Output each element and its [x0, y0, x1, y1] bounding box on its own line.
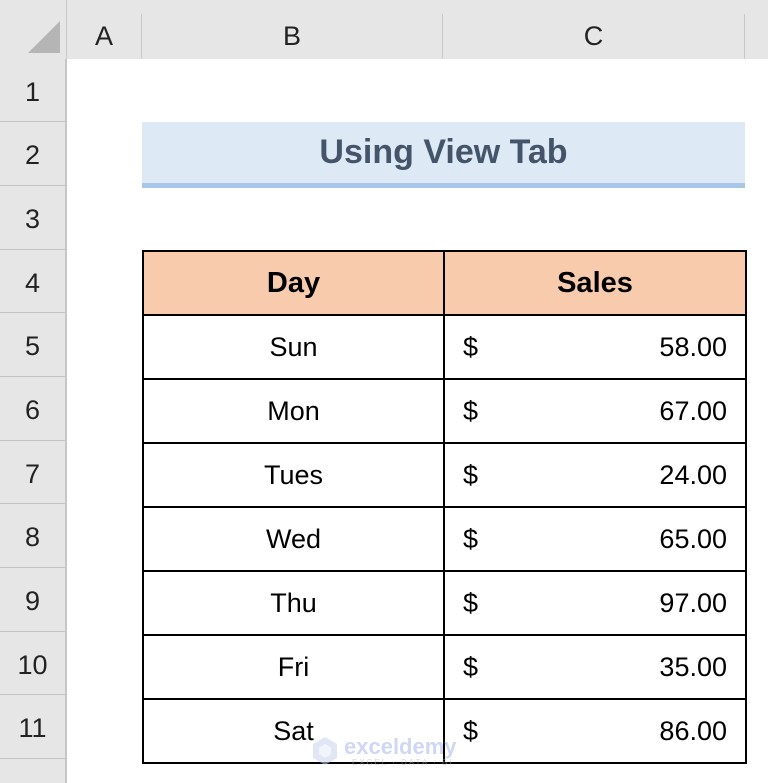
table-row: Sun $58.00	[142, 314, 747, 380]
table-header-row: Day Sales	[142, 250, 747, 316]
column-header-c[interactable]: C	[443, 14, 745, 59]
row-header-8[interactable]: 8	[0, 504, 65, 568]
sales-cell[interactable]: $58.00	[443, 314, 747, 380]
row-header-3[interactable]: 3	[0, 186, 65, 250]
sales-value: 86.00	[659, 715, 727, 746]
sheet-title-cell[interactable]: Using View Tab	[142, 122, 745, 188]
column-header-a[interactable]: A	[67, 14, 142, 59]
currency-symbol: $	[463, 587, 479, 618]
select-all-triangle-icon	[28, 21, 60, 53]
sales-cell[interactable]: $97.00	[443, 570, 747, 636]
row-header-1[interactable]: 1	[0, 59, 65, 122]
currency-symbol: $	[463, 459, 479, 490]
sales-value: 35.00	[659, 651, 727, 682]
sales-cell[interactable]: $86.00	[443, 698, 747, 764]
day-cell[interactable]: Wed	[142, 506, 445, 572]
day-cell[interactable]: Sat	[142, 698, 445, 764]
header-sales[interactable]: Sales	[443, 250, 747, 316]
currency-symbol: $	[463, 331, 479, 362]
currency-symbol: $	[463, 523, 479, 554]
sales-cell[interactable]: $35.00	[443, 634, 747, 700]
sales-value: 24.00	[659, 459, 727, 490]
currency-symbol: $	[463, 715, 479, 746]
row-header-6[interactable]: 6	[0, 377, 65, 441]
row-header-5[interactable]: 5	[0, 313, 65, 377]
row-header-11[interactable]: 11	[0, 695, 65, 759]
row-header-2[interactable]: 2	[0, 122, 65, 186]
table-row: Mon $67.00	[142, 378, 747, 444]
day-cell[interactable]: Sun	[142, 314, 445, 380]
row-header-10[interactable]: 10	[0, 632, 65, 695]
row-header-9[interactable]: 9	[0, 568, 65, 632]
sales-table: Day Sales Sun $58.00 Mon $67.00 Tues $24…	[142, 250, 747, 764]
column-header-b[interactable]: B	[142, 14, 443, 59]
day-cell[interactable]: Tues	[142, 442, 445, 508]
table-row: Wed $65.00	[142, 506, 747, 572]
select-all-button[interactable]	[0, 0, 67, 59]
day-cell[interactable]: Mon	[142, 378, 445, 444]
table-row: Fri $35.00	[142, 634, 747, 700]
day-cell[interactable]: Fri	[142, 634, 445, 700]
day-cell[interactable]: Thu	[142, 570, 445, 636]
sales-cell[interactable]: $67.00	[443, 378, 747, 444]
sales-value: 58.00	[659, 331, 727, 362]
currency-symbol: $	[463, 651, 479, 682]
sales-cell[interactable]: $24.00	[443, 442, 747, 508]
sales-cell[interactable]: $65.00	[443, 506, 747, 572]
table-row: Tues $24.00	[142, 442, 747, 508]
table-row: Thu $97.00	[142, 570, 747, 636]
column-header-d[interactable]	[745, 14, 768, 59]
currency-symbol: $	[463, 395, 479, 426]
sales-value: 97.00	[659, 587, 727, 618]
header-day[interactable]: Day	[142, 250, 445, 316]
table-row: Sat $86.00	[142, 698, 747, 764]
row-header-4[interactable]: 4	[0, 250, 65, 313]
row-header-7[interactable]: 7	[0, 441, 65, 504]
sales-value: 65.00	[659, 523, 727, 554]
sales-value: 67.00	[659, 395, 727, 426]
